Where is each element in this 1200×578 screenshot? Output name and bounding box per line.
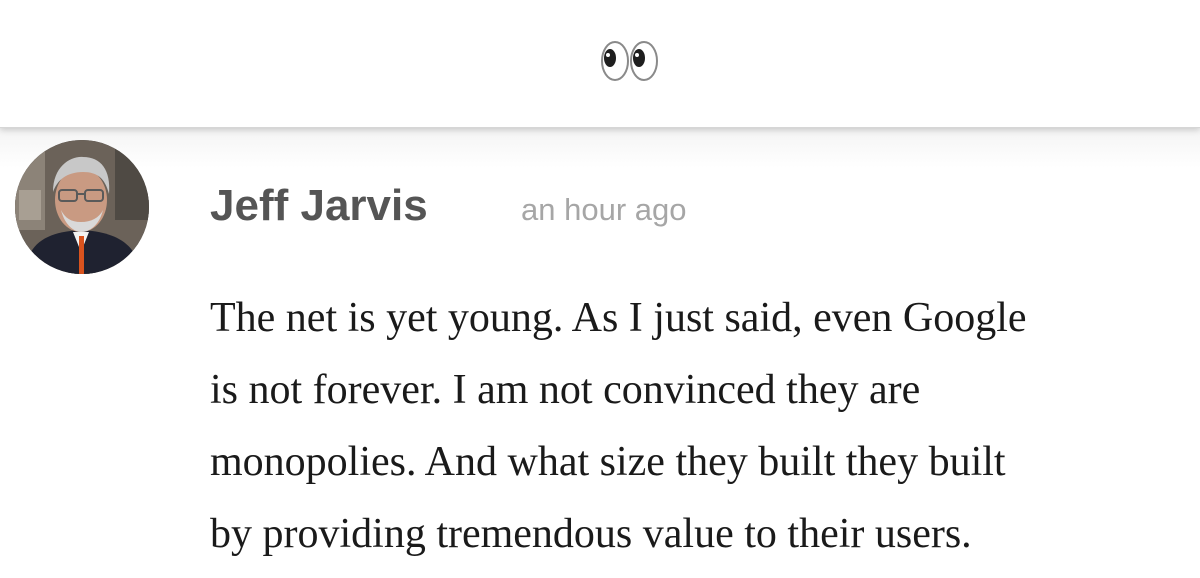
eyes-emoji-icon xyxy=(601,41,658,81)
comment: Jeff Jarvis an hour ago The net is yet y… xyxy=(0,128,1200,578)
user-avatar-image xyxy=(15,140,149,274)
comment-line: by providing tremendous value to their u… xyxy=(210,511,972,557)
comment-line: is not forever. I am not convinced they … xyxy=(210,367,921,413)
avatar[interactable] xyxy=(15,140,149,274)
top-bar xyxy=(0,0,1200,128)
timestamp[interactable]: an hour ago xyxy=(521,194,686,225)
author-name[interactable]: Jeff Jarvis xyxy=(210,184,428,228)
comment-body: The net is yet young. As I just said, ev… xyxy=(210,282,1195,570)
comment-line: monopolies. And what size they built the… xyxy=(210,439,1006,485)
page: Jeff Jarvis an hour ago The net is yet y… xyxy=(0,0,1200,578)
comment-line: The net is yet young. As I just said, ev… xyxy=(210,295,1027,341)
